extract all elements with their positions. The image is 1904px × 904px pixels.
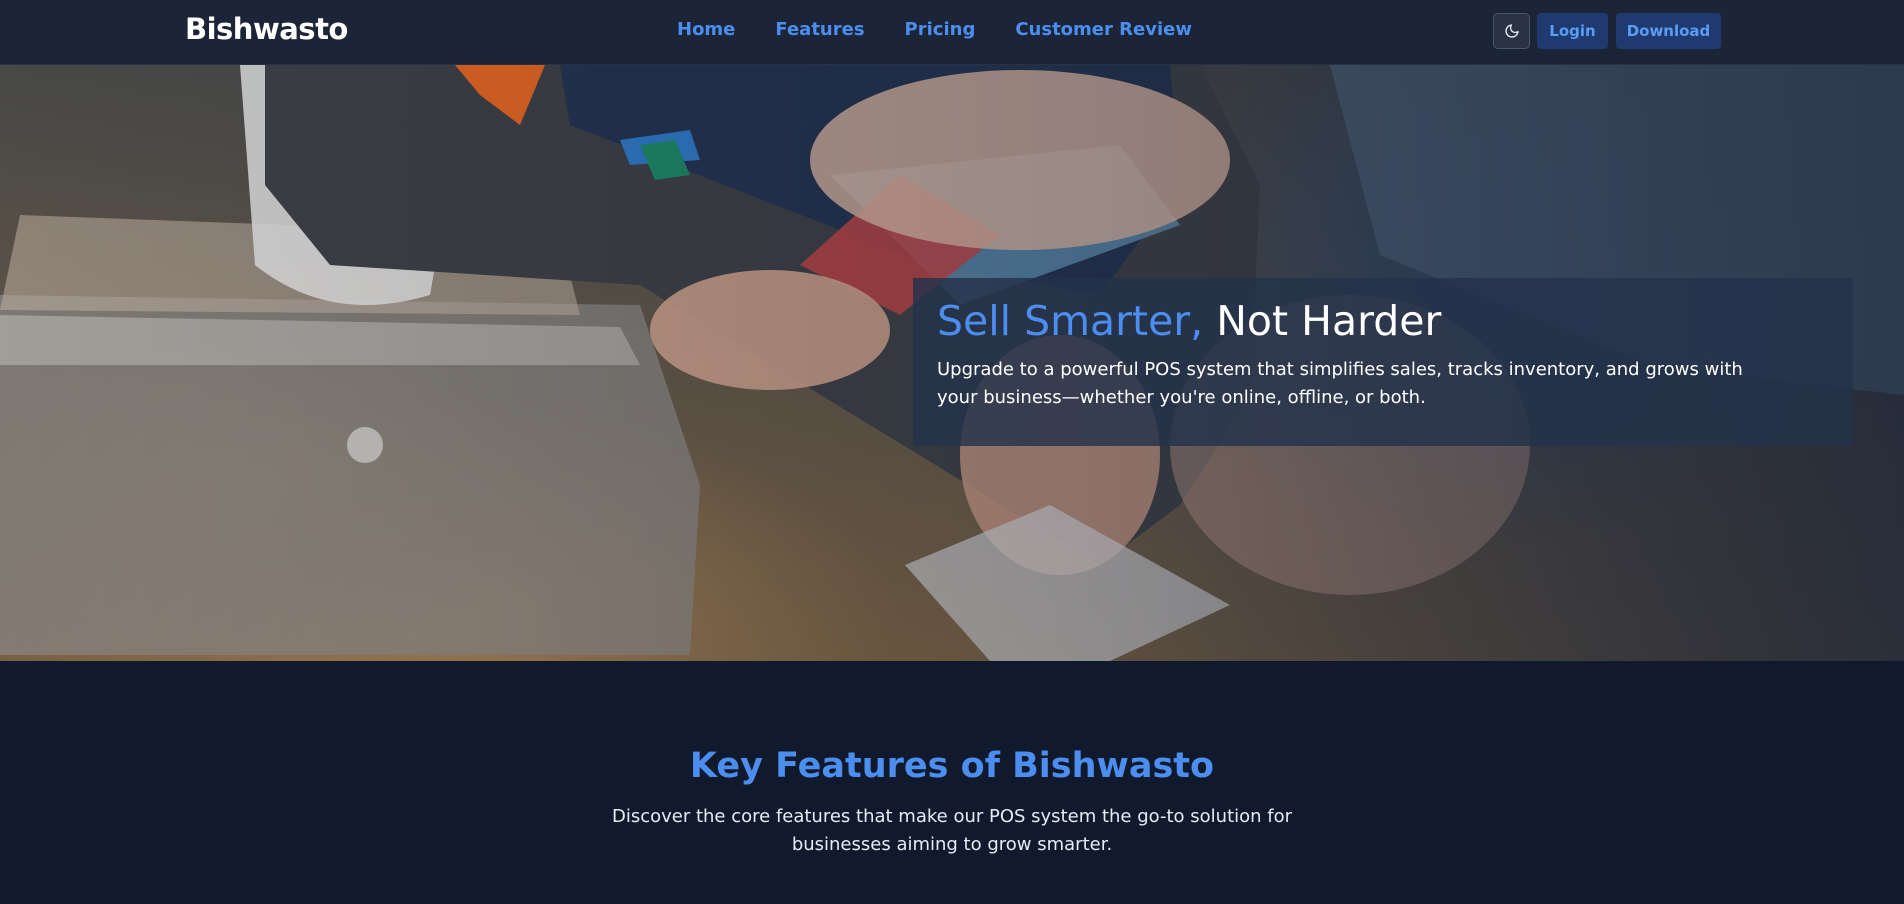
nav-link-pricing[interactable]: Pricing bbox=[905, 19, 976, 40]
features-title: Key Features of Bishwasto bbox=[689, 746, 1215, 786]
hero-title-accent: Sell Smarter, bbox=[937, 297, 1204, 345]
nav-link-customer-review[interactable]: Customer Review bbox=[1015, 19, 1192, 40]
hero-subtitle: Upgrade to a powerful POS system that si… bbox=[937, 359, 1743, 408]
download-button[interactable]: Download bbox=[1616, 13, 1721, 49]
features-section: Key Features of Bishwasto Discover the c… bbox=[0, 661, 1904, 904]
nav-link-features[interactable]: Features bbox=[775, 19, 864, 40]
hero-title-plain: Not Harder bbox=[1216, 297, 1442, 345]
features-subtitle: Discover the core features that make our… bbox=[611, 806, 1293, 855]
theme-toggle-button[interactable] bbox=[1493, 13, 1530, 49]
top-navbar: Bishwasto Home Features Pricing Customer… bbox=[0, 0, 1904, 65]
hero-section: Sell Smarter, Not Harder Upgrade to a po… bbox=[0, 65, 1904, 661]
moon-icon bbox=[1504, 24, 1519, 38]
nav-link-home[interactable]: Home bbox=[677, 19, 735, 40]
hero-title: Sell Smarter, Not Harder bbox=[937, 296, 1829, 346]
hero-card: Sell Smarter, Not Harder Upgrade to a po… bbox=[913, 278, 1853, 446]
login-button[interactable]: Login bbox=[1537, 13, 1608, 49]
main-nav: Home Features Pricing Customer Review bbox=[677, 19, 1192, 40]
brand-logo[interactable]: Bishwasto bbox=[185, 12, 348, 46]
